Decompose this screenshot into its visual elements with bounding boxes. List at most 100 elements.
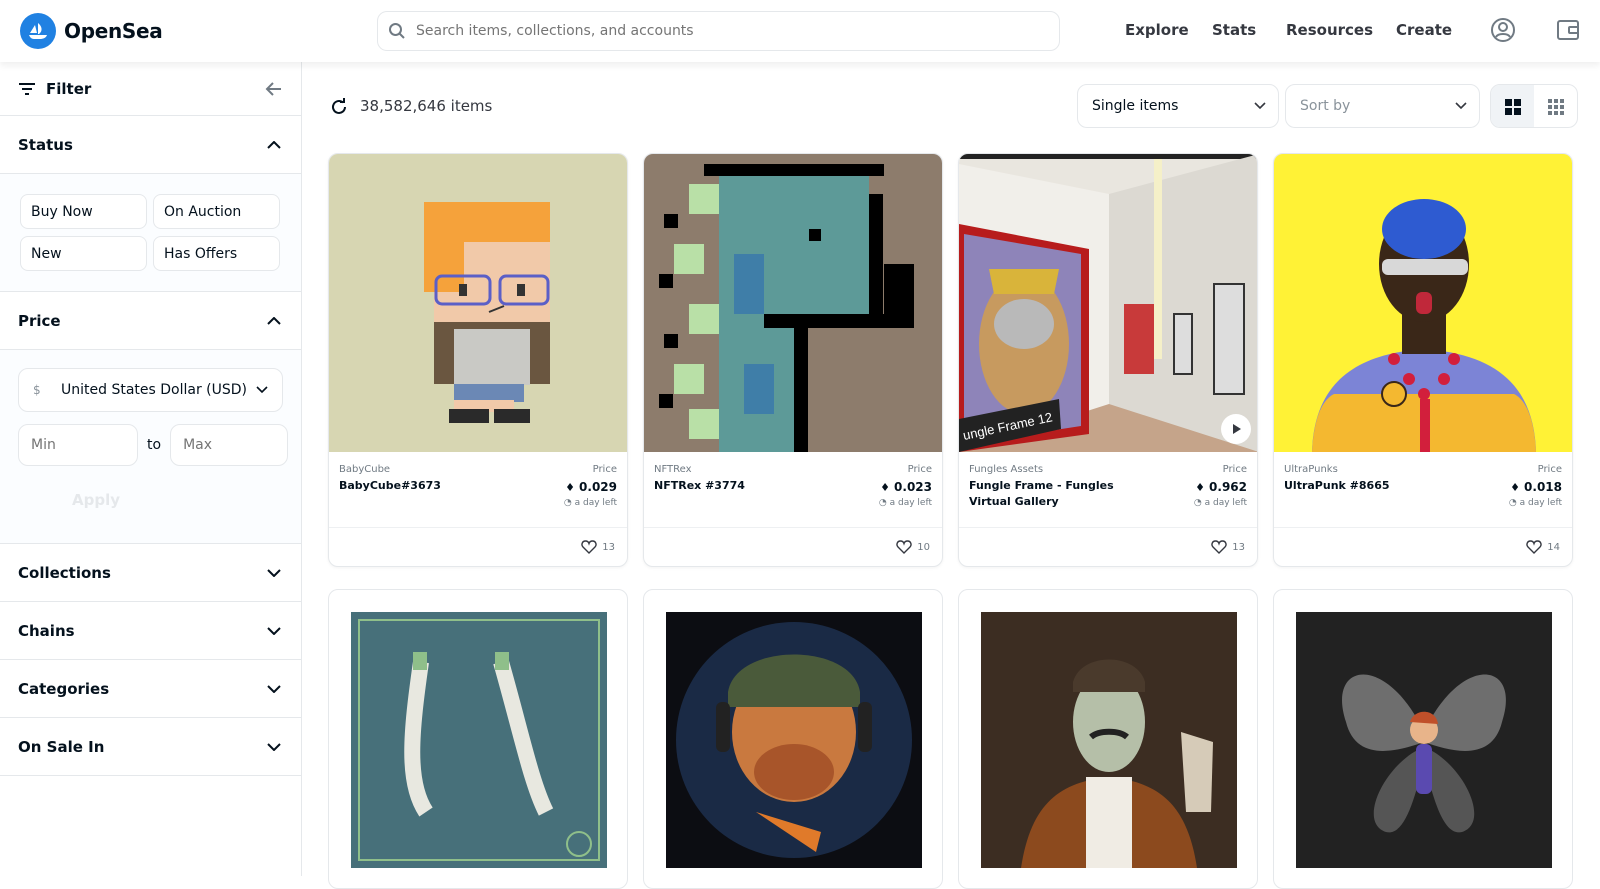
like-count: 13: [1232, 541, 1245, 553]
apply-button[interactable]: Apply: [56, 482, 136, 518]
collection-name: BabyCube: [339, 464, 391, 475]
heart-icon[interactable]: [1526, 540, 1542, 554]
nav-explore[interactable]: Explore: [1125, 21, 1189, 39]
status-on-auction-button[interactable]: On Auction: [153, 194, 280, 229]
status-new-button[interactable]: New: [20, 236, 147, 271]
status-section-header[interactable]: Status: [0, 116, 301, 174]
nft-image: [351, 612, 607, 868]
collection-name: Fungles Assets: [969, 464, 1044, 475]
filter-sidebar: Filter Status Buy Now On Auction New Has…: [0, 62, 302, 876]
categories-section-header[interactable]: Categories: [0, 660, 301, 718]
filter-header: Filter: [0, 62, 301, 116]
filter-title: Filter: [46, 79, 92, 98]
nav-stats[interactable]: Stats: [1212, 21, 1256, 39]
filter-icon: [19, 82, 35, 95]
wallet-icon[interactable]: [1555, 17, 1581, 43]
item-count: 38,582,646 items: [360, 97, 493, 115]
price-value: ♦ 0.018: [1510, 480, 1562, 494]
top-navbar: OpenSea Explore Stats Resources Create: [0, 0, 1600, 62]
nav-create[interactable]: Create: [1396, 21, 1452, 39]
refresh-icon[interactable]: [330, 98, 348, 116]
price-label: Price: [907, 464, 932, 475]
nft-image: [1296, 612, 1552, 868]
card-info: NFTRex NFTRex #3774 Price ♦ 0.023 ◔ a day…: [644, 452, 942, 528]
search-bar[interactable]: [377, 11, 1060, 51]
collections-section-header[interactable]: Collections: [0, 544, 301, 602]
chevron-down-icon: [1455, 102, 1467, 110]
price-filter: $ United States Dollar (USD) to Apply: [0, 350, 301, 544]
clock-icon: ◔: [1508, 498, 1520, 508]
chains-title: Chains: [18, 621, 75, 640]
opensea-logo[interactable]: OpenSea: [20, 13, 163, 49]
card-footer: 14: [1274, 528, 1572, 566]
price-label: Price: [592, 464, 617, 475]
nft-card[interactable]: UltraPunks UltraPunk #8665 Price ♦ 0.018 …: [1273, 153, 1573, 567]
status-buy-now-button[interactable]: Buy Now: [20, 194, 147, 229]
collection-name: NFTRex: [654, 464, 692, 475]
collection-name: UltraPunks: [1284, 464, 1338, 475]
chevron-down-icon: [256, 386, 268, 394]
nft-card[interactable]: [1273, 589, 1573, 889]
price-label: Price: [1222, 464, 1247, 475]
play-icon: [1233, 424, 1241, 434]
price-amount: 0.023: [894, 480, 932, 494]
nft-card[interactable]: [958, 589, 1258, 889]
account-icon[interactable]: [1490, 17, 1516, 43]
nft-image: [1274, 154, 1572, 452]
small-grid-button[interactable]: [1534, 85, 1577, 127]
price-section-header[interactable]: Price: [0, 292, 301, 350]
small-grid-icon: [1547, 99, 1564, 115]
status-has-offers-button[interactable]: Has Offers: [153, 236, 280, 271]
sort-by-label: Sort by: [1300, 98, 1351, 114]
price-amount: 0.029: [579, 480, 617, 494]
nft-card[interactable]: NFTRex NFTRex #3774 Price ♦ 0.023 ◔ a day…: [643, 153, 943, 567]
nft-card[interactable]: BabyCube BabyCube#3673 Price ♦ 0.029 ◔ a …: [328, 153, 628, 567]
item-type-select[interactable]: Single items: [1077, 84, 1279, 128]
chevron-down-icon: [267, 742, 281, 751]
nav-resources[interactable]: Resources: [1286, 21, 1373, 39]
time-left-text: a day left: [1204, 498, 1247, 508]
card-footer: 13: [959, 528, 1257, 566]
search-input[interactable]: [416, 23, 1016, 39]
search-icon: [389, 23, 405, 39]
collapse-arrow-icon[interactable]: [265, 81, 283, 97]
like-count: 14: [1547, 541, 1560, 553]
card-footer: 10: [644, 528, 942, 566]
time-left-text: a day left: [1519, 498, 1562, 508]
heart-icon[interactable]: [581, 540, 597, 554]
chains-section-header[interactable]: Chains: [0, 602, 301, 660]
nft-card[interactable]: [328, 589, 628, 889]
min-price-input[interactable]: [18, 424, 138, 466]
price-amount: 0.018: [1524, 480, 1562, 494]
item-name: Fungle Frame - Fungles Virtual Gallery: [969, 479, 1114, 508]
on-sale-in-title: On Sale In: [18, 737, 105, 756]
time-left: ◔ a day left: [879, 498, 932, 508]
item-name: NFTRex #3774: [654, 479, 745, 492]
eth-icon: ♦: [1510, 481, 1521, 494]
max-price-input[interactable]: [170, 424, 289, 466]
card-info: Fungles Assets Fungle Frame - Fungles Vi…: [959, 452, 1257, 528]
time-left: ◔ a day left: [564, 498, 617, 508]
item-name: UltraPunk #8665: [1284, 479, 1390, 492]
play-button[interactable]: [1221, 414, 1251, 444]
heart-icon[interactable]: [1211, 540, 1227, 554]
eth-icon: ♦: [880, 481, 891, 494]
chevron-down-icon: [267, 568, 281, 577]
sort-by-select[interactable]: Sort by: [1285, 84, 1480, 128]
on-sale-in-section-header[interactable]: On Sale In: [0, 718, 301, 776]
nft-card[interactable]: ungle Frame 12 Fungles Assets Fungle Fra…: [958, 153, 1258, 567]
heart-icon[interactable]: [896, 540, 912, 554]
grid-view-toggle: [1490, 84, 1578, 128]
currency-select[interactable]: $ United States Dollar (USD): [18, 368, 283, 412]
large-grid-button[interactable]: [1491, 85, 1534, 127]
large-grid-icon: [1504, 99, 1521, 115]
time-left-text: a day left: [889, 498, 932, 508]
chevron-down-icon: [267, 626, 281, 635]
like-count: 10: [917, 541, 930, 553]
price-range: to: [18, 424, 289, 466]
nft-card[interactable]: [643, 589, 943, 889]
main-content: 38,582,646 items Single items Sort by Ba…: [302, 62, 1600, 889]
opensea-logo-icon: [20, 13, 56, 49]
nft-image: [644, 154, 942, 452]
collections-title: Collections: [18, 563, 111, 582]
